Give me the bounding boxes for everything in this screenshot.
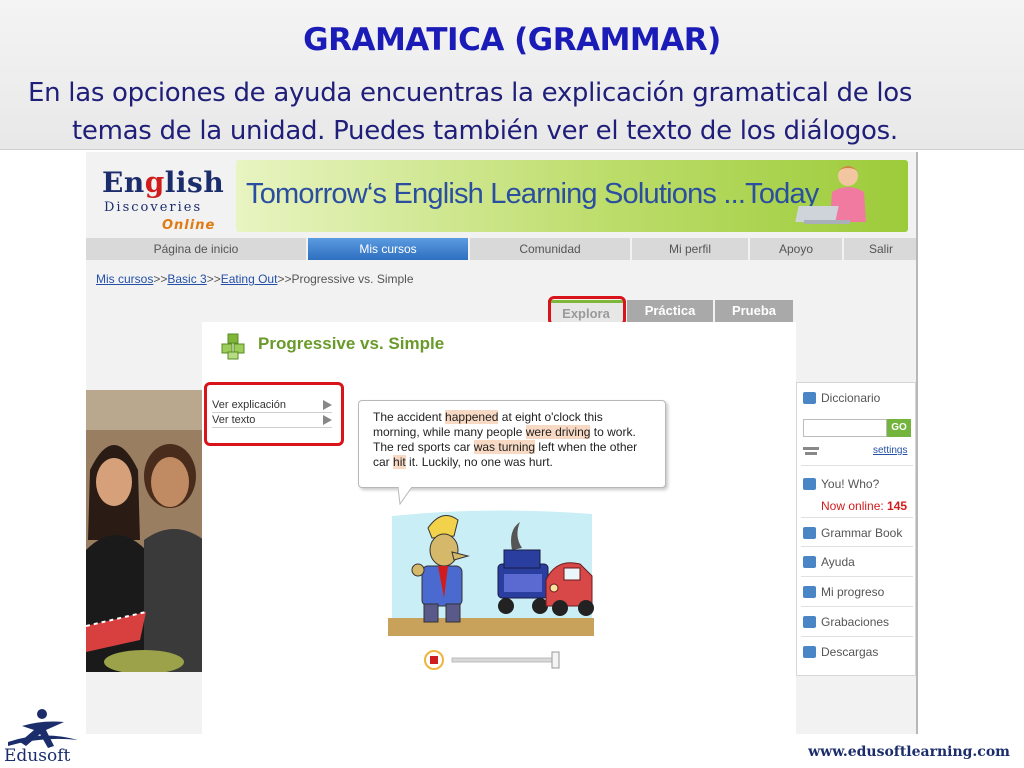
breadcrumb: Mis cursos>>Basic 3>>Eating Out>>Progres… xyxy=(96,272,414,286)
sidebar-item-descargas[interactable]: Descargas xyxy=(801,637,913,667)
nav-apoyo[interactable]: Apoyo xyxy=(750,238,844,260)
sidebar-item-ayuda[interactable]: Ayuda xyxy=(801,547,913,577)
dictionary-icon xyxy=(803,392,816,404)
bubble-tail xyxy=(398,487,413,505)
sidebar-item-mi-progreso[interactable]: Mi progreso xyxy=(801,577,913,607)
nav-mis-cursos[interactable]: Mis cursos xyxy=(308,238,470,260)
main-nav: Página de inicio Mis cursos Comunidad Mi… xyxy=(86,238,916,260)
sidebar-item-grammar-book[interactable]: Grammar Book xyxy=(801,517,913,547)
nav-mi-perfil[interactable]: Mi perfil xyxy=(632,238,750,260)
edusoft-brand: Edusoft xyxy=(4,746,71,766)
divider xyxy=(801,465,913,466)
go-button[interactable]: GO xyxy=(887,419,911,437)
highlighted-verb: happened xyxy=(445,410,499,424)
nav-salir[interactable]: Salir xyxy=(844,238,916,260)
dictionary-search-input[interactable] xyxy=(803,419,887,437)
progress-chart-icon xyxy=(803,586,816,598)
breadcrumb-link-eating-out[interactable]: Eating Out xyxy=(221,272,278,286)
download-icon xyxy=(803,646,816,658)
now-online-status: Now online: 145 xyxy=(821,499,908,513)
header-banner: Tomorrow‘s English Learning Solutions ..… xyxy=(236,160,908,232)
settings-icon xyxy=(803,447,819,455)
slide-body-text: En las opciones de ayuda encuentras la e… xyxy=(28,78,913,146)
dialog-speech-bubble: The accident happened at eight o'clock t… xyxy=(358,400,666,488)
settings-link[interactable]: settings xyxy=(873,445,907,456)
grammar-book-icon xyxy=(803,527,816,539)
sidebar-item-you-who[interactable]: You! Who? xyxy=(801,469,913,499)
footer-url: www.edusoftlearning.com xyxy=(808,744,1010,760)
highlighted-verb: was turning xyxy=(473,440,536,454)
highlight-box-options xyxy=(204,382,344,446)
nav-pagina-de-inicio[interactable]: Página de inicio xyxy=(86,238,308,260)
woman-with-laptop-illustration xyxy=(795,166,866,224)
sidebar-item-grabaciones[interactable]: Grabaciones xyxy=(801,607,913,637)
recordings-icon xyxy=(803,616,816,628)
banner-text: Tomorrow‘s English Learning Solutions ..… xyxy=(246,178,819,210)
sidebar-item-diccionario[interactable]: Diccionario xyxy=(801,383,913,413)
right-sidebar: Diccionario GO settings You! Who? Now on… xyxy=(796,382,916,676)
chat-icon xyxy=(803,478,816,490)
breadcrumb-link-mis-cursos[interactable]: Mis cursos xyxy=(96,272,153,286)
breadcrumb-link-basic-3[interactable]: Basic 3 xyxy=(167,272,206,286)
slide-title: GRAMATICA (GRAMMAR) xyxy=(303,22,721,58)
nav-comunidad[interactable]: Comunidad xyxy=(470,238,632,260)
accident-cartoon xyxy=(388,508,594,636)
course-screenshot: English Discoveries Online Tomorrow‘s En… xyxy=(86,152,918,734)
tab-practica[interactable]: Práctica xyxy=(627,300,713,322)
lesson-title: Progressive vs. Simple xyxy=(258,334,445,353)
help-icon xyxy=(803,556,816,568)
blocks-icon xyxy=(221,333,245,360)
breadcrumb-current: Progressive vs. Simple xyxy=(291,272,414,286)
english-discoveries-logo[interactable]: English Discoveries Online xyxy=(100,166,230,233)
students-photo xyxy=(86,390,204,672)
tab-prueba[interactable]: Prueba xyxy=(715,300,793,322)
slide-header: GRAMATICA (GRAMMAR) En las opciones de a… xyxy=(0,0,1024,150)
audio-player[interactable] xyxy=(424,650,564,670)
highlighted-verb: were driving xyxy=(525,425,591,439)
highlighted-verb: hit xyxy=(393,455,406,469)
